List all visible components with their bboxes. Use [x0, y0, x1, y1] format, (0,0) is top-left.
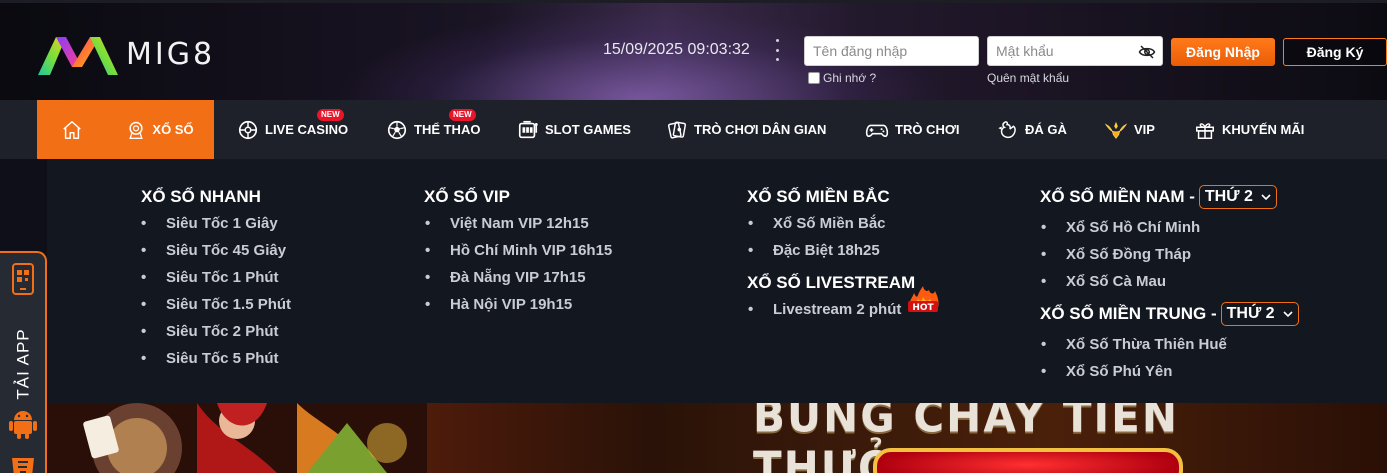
logo-mark-icon — [38, 37, 118, 75]
gamepad-icon — [865, 124, 889, 137]
promo-banner[interactable]: BÙNG CHÁY TIỀN THƯỞNG — [47, 403, 1387, 473]
register-button[interactable]: Đăng Ký — [1283, 38, 1387, 66]
remember-me[interactable]: Ghi nhớ ? — [808, 71, 876, 85]
lottery-mega-menu: XỔ SỐ NHANH Siêu Tốc 1 Giây Siêu Tốc 45 … — [47, 159, 1387, 403]
nav-item-label: TRÒ CHƠI — [895, 122, 960, 137]
day-select-mien-trung[interactable]: THỨ 2 — [1220, 302, 1299, 326]
menu-item[interactable]: Siêu Tốc 1 Phút — [141, 269, 278, 286]
more-menu-icon[interactable] — [774, 39, 780, 61]
menu-item[interactable]: Hồ Chí Minh VIP 16h15 — [425, 242, 612, 259]
nav-item-label: XỔ SỐ — [152, 122, 194, 137]
nav-item-the-thao[interactable]: THỂ THAO NEW — [386, 100, 480, 159]
html5-icon[interactable] — [10, 458, 36, 473]
cards-icon — [667, 120, 687, 139]
menu-item[interactable]: Xổ Số Hồ Chí Minh — [1041, 219, 1200, 236]
eye-off-icon[interactable] — [1138, 43, 1156, 61]
nav-item-label: ĐÁ GÀ — [1025, 122, 1067, 137]
phone-qr-icon — [12, 263, 34, 295]
logo-text: MIG8 — [126, 36, 216, 72]
download-app-label: TẢI APP — [4, 328, 44, 400]
menu-item[interactable]: Hà Nội VIP 19h15 — [425, 296, 572, 313]
new-badge: NEW — [317, 109, 344, 121]
download-app-tab[interactable]: TẢI APP — [0, 251, 47, 473]
banner-cta-button[interactable] — [873, 448, 1183, 473]
day-select-value: THỨ 2 — [1204, 188, 1253, 205]
remember-checkbox[interactable] — [808, 72, 820, 84]
login-button[interactable]: Đăng Nhập — [1171, 38, 1275, 66]
datetime: 15/09/2025 09:03:32 — [603, 41, 750, 58]
menu-item[interactable]: Siêu Tốc 45 Giây — [141, 242, 286, 259]
col-title-label: XỔ SỐ MIỀN TRUNG - — [1040, 304, 1217, 323]
chevron-down-icon — [1261, 194, 1271, 201]
col-title-xo-so-mien-bac: XỔ SỐ MIỀN BẮC — [747, 187, 890, 206]
menu-item[interactable]: Xổ Số Miền Bắc — [748, 215, 885, 232]
menu-item[interactable]: Xổ Số Đồng Tháp — [1041, 246, 1191, 263]
day-select-mien-nam[interactable]: THỨ 2 — [1198, 185, 1277, 209]
menu-item[interactable]: Đà Nẵng VIP 17h15 — [425, 269, 586, 286]
day-select-value: THỨ 2 — [1226, 305, 1275, 322]
logo[interactable]: MIG8 — [36, 29, 215, 79]
menu-item[interactable]: Đặc Biệt 18h25 — [748, 242, 880, 259]
menu-item[interactable]: Xổ Số Phú Yên — [1041, 363, 1173, 380]
ball-icon — [387, 120, 407, 139]
col-title-xo-so-livestream: XỔ SỐ LIVESTREAM — [747, 273, 916, 292]
nav-item-label: LIVE CASINO — [265, 122, 349, 137]
chevron-down-icon — [1283, 311, 1293, 318]
nav-item-xo-so[interactable]: XỔ SỐ — [106, 100, 214, 159]
col-title-xo-so-mien-nam: XỔ SỐ MIỀN NAM - THỨ 2 — [1040, 185, 1277, 209]
nav-item-da-ga[interactable]: ĐÁ GÀ — [997, 100, 1067, 159]
nav-item-slot-games[interactable]: SLOT GAMES — [517, 100, 631, 159]
nav-item-khuyen-mai[interactable]: KHUYẾN MÃI — [1194, 100, 1304, 159]
col-title-xo-so-mien-trung: XỔ SỐ MIỀN TRUNG - THỨ 2 — [1040, 302, 1299, 326]
nav-item-tro-choi[interactable]: TRÒ CHƠI — [865, 100, 960, 159]
col-title-xo-so-nhanh: XỔ SỐ NHANH — [141, 187, 261, 206]
username-field[interactable] — [804, 36, 979, 66]
menu-item[interactable]: Xổ Số Thừa Thiên Huế — [1041, 336, 1227, 353]
password-input[interactable] — [988, 37, 1162, 65]
nav-home[interactable] — [37, 100, 106, 159]
main-nav: XỔ SỐ LIVE CASINO NEW THỂ THAO NEW SLOT … — [0, 100, 1387, 159]
remember-label: Ghi nhớ ? — [823, 71, 877, 85]
header: MIG8 15/09/2025 09:03:32 Ghi nhớ ? Quên … — [0, 0, 1387, 100]
username-input[interactable] — [805, 37, 978, 65]
nav-item-label: SLOT GAMES — [545, 122, 631, 137]
vip-icon — [1104, 121, 1128, 139]
android-icon[interactable] — [9, 408, 37, 440]
nav-item-label: THỂ THAO — [414, 122, 481, 137]
menu-item[interactable]: Siêu Tốc 5 Phút — [141, 350, 278, 367]
menu-item[interactable]: Siêu Tốc 1.5 Phút — [141, 296, 291, 313]
menu-item[interactable]: Siêu Tốc 1 Giây — [141, 215, 278, 232]
col-title-label: XỔ SỐ MIỀN NAM - — [1040, 187, 1195, 206]
download-app-text: TẢI APP — [14, 328, 33, 400]
menu-item[interactable]: Xổ Số Cà Mau — [1041, 273, 1166, 290]
nav-item-label: TRÒ CHƠI DÂN GIAN — [694, 122, 827, 137]
nav-item-label: KHUYẾN MÃI — [1222, 122, 1305, 137]
nav-item-tro-choi-dan-gian[interactable]: TRÒ CHƠI DÂN GIAN — [666, 100, 826, 159]
nav-item-label: VIP — [1134, 122, 1155, 137]
hot-badge-label: HOT — [912, 303, 934, 313]
menu-item[interactable]: Livestream 2 phút — [748, 301, 901, 318]
hot-badge-icon: HOT — [908, 286, 939, 313]
home-icon — [62, 120, 81, 139]
banner-artwork — [47, 403, 427, 473]
gift-icon — [1196, 122, 1214, 139]
password-field[interactable] — [987, 36, 1163, 66]
nav-item-vip[interactable]: VIP — [1104, 100, 1155, 159]
menu-item[interactable]: Việt Nam VIP 12h15 — [425, 215, 589, 232]
lottery-icon — [129, 121, 144, 139]
slot-icon — [518, 120, 538, 138]
forgot-password-link[interactable]: Quên mật khẩu — [987, 71, 1069, 85]
menu-item[interactable]: Siêu Tốc 2 Phút — [141, 323, 278, 340]
col-title-xo-so-vip: XỔ SỐ VIP — [424, 187, 510, 206]
nav-item-live-casino[interactable]: LIVE CASINO NEW — [237, 100, 348, 159]
rooster-icon — [998, 120, 1016, 138]
roulette-icon — [238, 120, 258, 139]
new-badge: NEW — [449, 109, 476, 121]
